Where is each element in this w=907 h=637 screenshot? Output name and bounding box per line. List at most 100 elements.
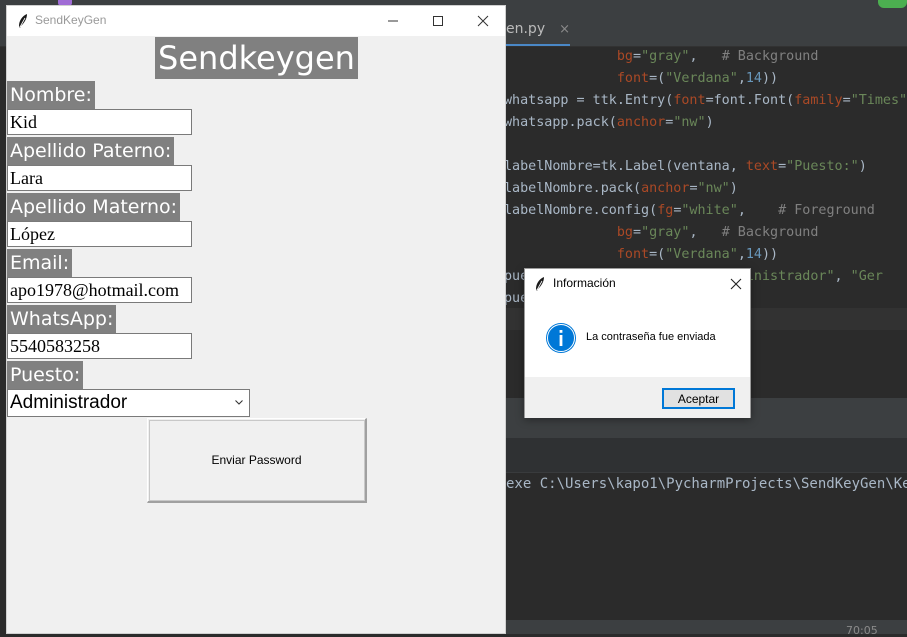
minimize-button[interactable]	[370, 6, 415, 36]
dialog-title: Información	[553, 276, 616, 290]
code-line: font=("Verdana",14))	[504, 244, 778, 266]
code-token: "nw"	[673, 115, 706, 130]
code-token: ))	[762, 71, 779, 86]
maximize-button[interactable]	[415, 6, 460, 36]
enviar-password-button[interactable]: Enviar Password	[147, 418, 367, 503]
code-token: =	[842, 93, 851, 108]
email-input[interactable]	[7, 277, 192, 303]
code-token: whatsapp.pack(	[504, 115, 617, 130]
code-token: anchor	[641, 181, 690, 196]
maximize-icon	[432, 16, 443, 26]
window-close-button[interactable]	[460, 6, 505, 36]
code-token: )	[705, 115, 714, 130]
whatsapp-input[interactable]	[7, 333, 192, 359]
nombre-input[interactable]	[7, 109, 192, 135]
code-line: whatsapp = ttk.Entry(font=font.Font(fami…	[504, 90, 907, 112]
code-token: ,	[689, 49, 722, 64]
code-token: ,	[737, 203, 779, 218]
code-token: "white"	[681, 203, 738, 218]
code-token: =(	[649, 71, 666, 86]
code-token: =font.Font(	[705, 93, 795, 108]
apellido-materno-label: Apellido Materno:	[7, 193, 181, 221]
code-token: "Verdana"	[665, 71, 738, 86]
feather-icon	[19, 14, 27, 28]
code-line: whatsapp.pack(anchor="nw")	[504, 112, 714, 134]
code-token: 14	[745, 247, 762, 262]
code-token: bg	[616, 225, 633, 240]
code-line: bg="gray", # Background	[504, 222, 819, 244]
dialog-close-button[interactable]	[723, 271, 749, 297]
puesto-selected-value: Administrador	[10, 392, 128, 413]
close-icon[interactable]: ×	[559, 22, 570, 37]
apellido-paterno-label: Apellido Paterno:	[7, 137, 175, 165]
puesto-combobox[interactable]: Administrador	[7, 389, 250, 417]
ide-run-indicator	[878, 0, 907, 8]
dialog-footer: Aceptar	[525, 377, 750, 418]
code-line: font=("Verdana",14))	[504, 68, 778, 90]
code-token: # Background	[721, 225, 819, 240]
code-token: ,	[834, 269, 851, 284]
code-token: bg	[616, 49, 633, 64]
code-token: )	[729, 181, 738, 196]
code-token: "Times"	[850, 93, 907, 108]
code-token: whatsapp = ttk.Entry(	[504, 93, 674, 108]
code-token: =	[633, 225, 642, 240]
code-token: "gray"	[641, 225, 690, 240]
code-token: =	[633, 49, 642, 64]
apellido-materno-input[interactable]	[7, 221, 192, 247]
minimize-icon	[387, 20, 398, 22]
code-token: "gray"	[641, 49, 690, 64]
code-token: "nw"	[697, 181, 730, 196]
ide-tab-label: en.py	[506, 21, 546, 37]
aceptar-button[interactable]: Aceptar	[662, 388, 735, 409]
code-token: font	[673, 93, 706, 108]
close-icon	[730, 278, 742, 290]
dialog-message: La contraseña fue enviada	[586, 331, 716, 343]
code-token: =	[689, 181, 698, 196]
ide-editor-tab[interactable]: en.py ×	[506, 12, 570, 46]
app-heading: Sendkeygen	[155, 37, 358, 79]
code-token: =	[778, 159, 787, 174]
code-token: font	[616, 71, 650, 86]
email-label: Email:	[7, 249, 73, 277]
apellido-paterno-input[interactable]	[7, 165, 192, 191]
code-line: labelNombre.config(fg="white", # Foregro…	[504, 200, 875, 222]
code-token: family	[794, 93, 843, 108]
info-icon	[546, 323, 576, 353]
code-token: =(	[649, 247, 666, 262]
code-token: labelNombre=tk.Label(ventana,	[504, 159, 746, 174]
ide-run-output: exe C:\Users\kapo1\PycharmProjects\SendK…	[506, 476, 907, 492]
window-title-bar[interactable]: SendKeyGen	[7, 6, 505, 36]
code-token: # Foreground	[778, 203, 875, 218]
code-token: ,	[737, 247, 746, 262]
code-line: labelNombre=tk.Label(ventana, text="Pues…	[504, 156, 867, 178]
puesto-label: Puesto:	[7, 361, 84, 389]
code-token: labelNombre.pack(	[504, 181, 642, 196]
code-token: 14	[745, 71, 762, 86]
ide-run-panel-toolbar	[504, 438, 907, 473]
code-token: anchor	[616, 115, 666, 130]
feather-icon	[536, 277, 544, 291]
info-dialog: Información La contraseña fue enviada Ac…	[524, 268, 751, 418]
code-token: "Verdana"	[665, 247, 738, 262]
code-token: ))	[762, 247, 779, 262]
ide-status-text: 70:05	[846, 624, 878, 637]
code-token: text	[745, 159, 779, 174]
code-line: labelNombre.pack(anchor="nw")	[504, 178, 738, 200]
sendkeygen-window: SendKeyGen Sendkeygen Nombre: Apellido P…	[6, 5, 506, 634]
code-token: font	[616, 247, 650, 262]
code-token: ,	[737, 71, 746, 86]
code-token: ,	[689, 225, 722, 240]
code-token: fg	[657, 203, 674, 218]
chevron-down-icon[interactable]	[233, 396, 245, 408]
code-token: # Background	[721, 49, 819, 64]
window-title: SendKeyGen	[35, 13, 107, 27]
close-icon	[477, 15, 488, 27]
code-line: bg="gray", # Background	[504, 46, 819, 68]
code-token: )	[858, 159, 867, 174]
code-token: labelNombre.config(	[504, 203, 658, 218]
